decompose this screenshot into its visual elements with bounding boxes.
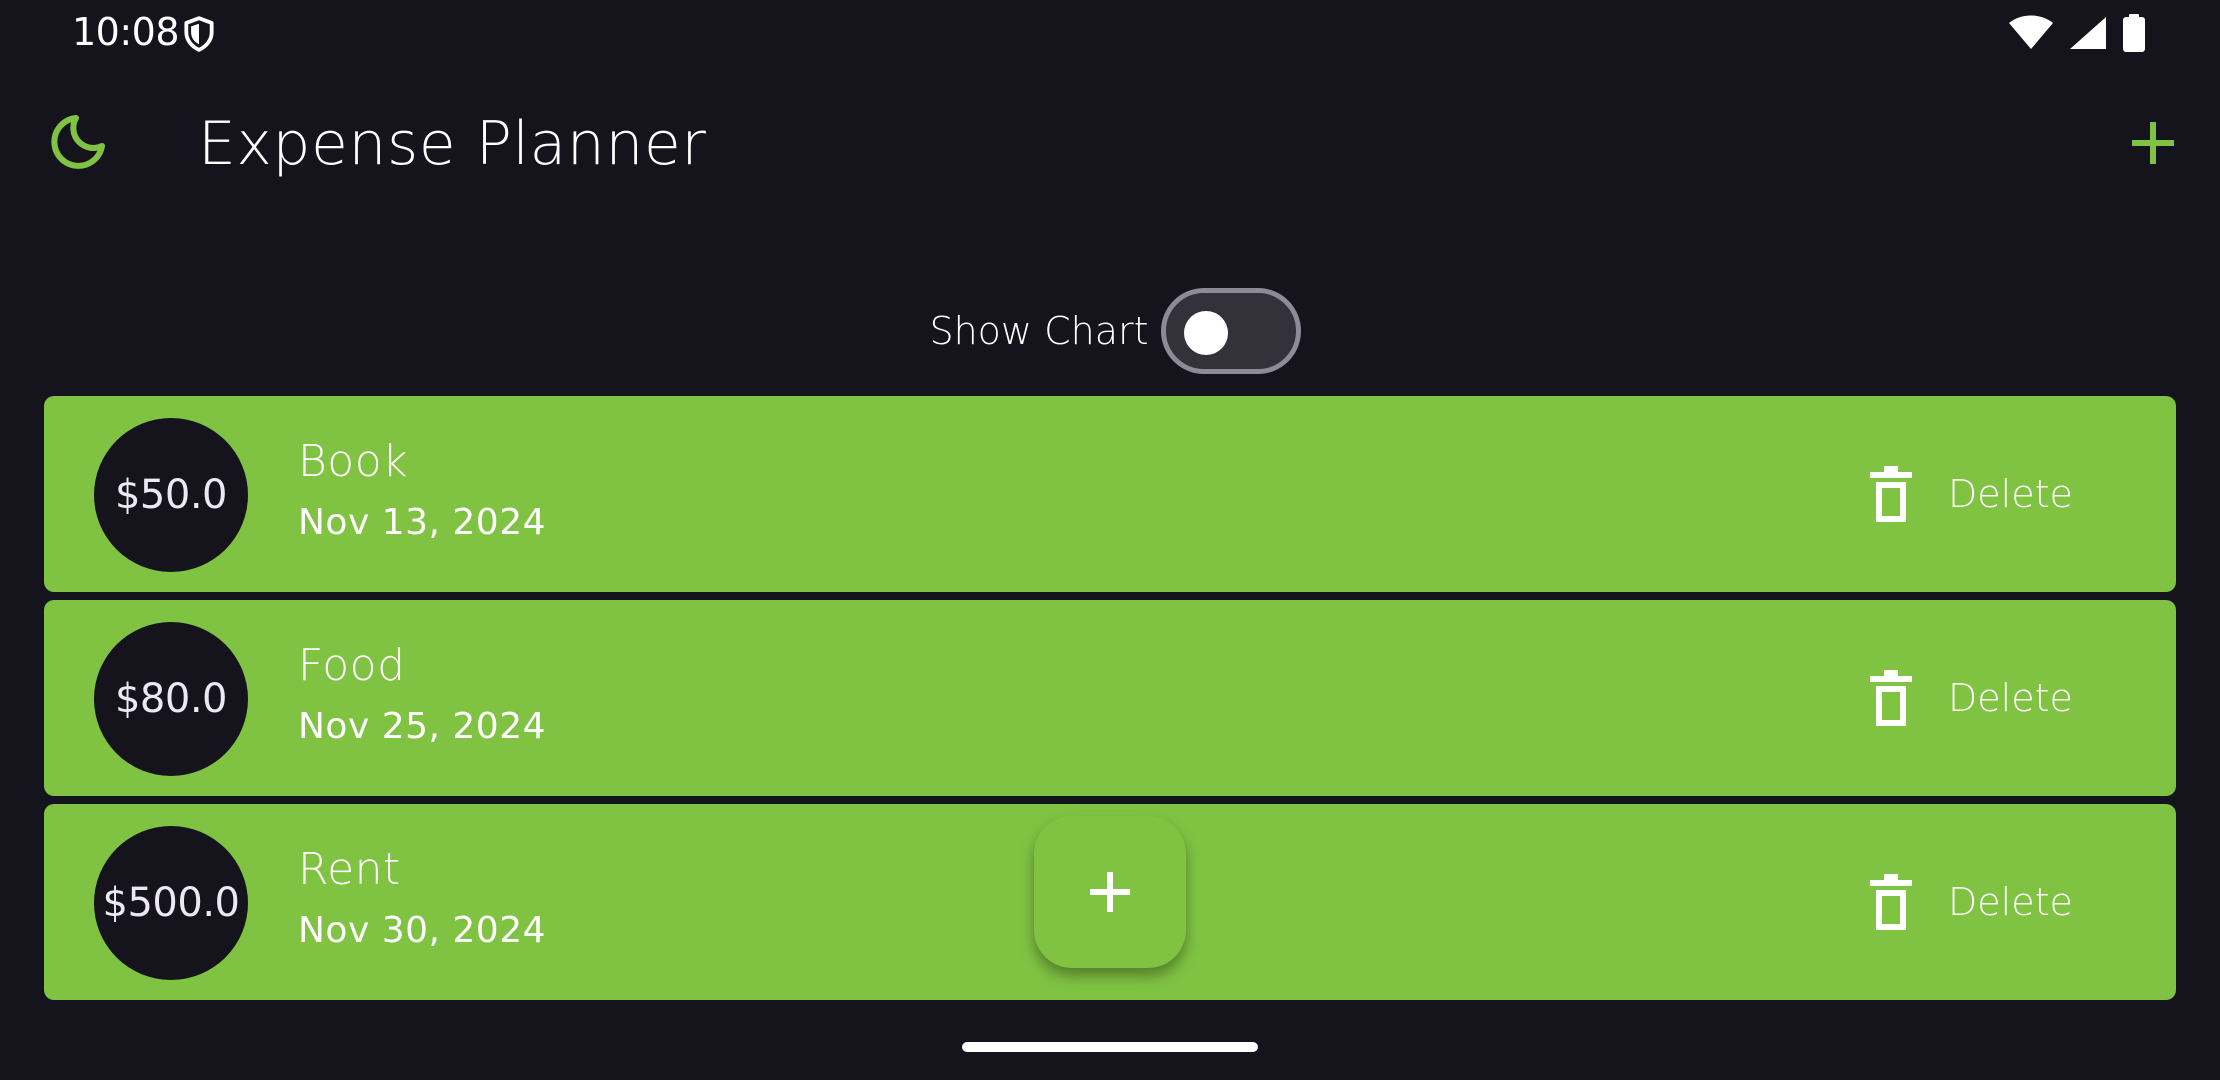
show-chart-switch[interactable]	[1160, 288, 1301, 374]
add-icon	[2132, 122, 2174, 164]
show-chart-label: Show Chart	[929, 309, 1149, 353]
list-item: $50.0 Book Nov 13, 2024 Delete	[44, 396, 2176, 592]
chart-toggle-row: Show Chart	[0, 285, 2220, 377]
status-time: 10:08	[72, 10, 180, 54]
list-item: $80.0 Food Nov 25, 2024 Delete	[44, 600, 2176, 796]
amount-avatar: $500.0	[94, 826, 248, 980]
expense-date: Nov 13, 2024	[298, 502, 547, 543]
add-expense-fab[interactable]	[1034, 816, 1186, 968]
status-icons	[2008, 14, 2146, 52]
trash-icon	[1870, 670, 1912, 726]
amount-avatar: $80.0	[94, 622, 248, 776]
gesture-nav-handle[interactable]	[962, 1042, 1258, 1052]
delete-button[interactable]: Delete	[1870, 666, 2073, 730]
expense-title: Rent	[298, 844, 401, 895]
battery-icon	[2123, 14, 2145, 52]
dark-mode-moon-icon[interactable]	[48, 112, 108, 172]
expense-date: Nov 25, 2024	[298, 706, 547, 747]
expense-title: Book	[298, 436, 409, 487]
expense-date: Nov 30, 2024	[298, 910, 547, 951]
trash-icon	[1870, 466, 1912, 522]
add-icon	[1090, 872, 1130, 912]
expense-title: Food	[298, 640, 406, 691]
delete-label: Delete	[1948, 472, 2073, 516]
delete-button[interactable]: Delete	[1870, 870, 2073, 934]
switch-knob	[1183, 311, 1228, 355]
trash-icon	[1870, 874, 1912, 930]
cellular-signal-icon	[2070, 17, 2106, 49]
delete-button[interactable]: Delete	[1870, 462, 2073, 526]
amount-avatar: $50.0	[94, 418, 248, 572]
delete-label: Delete	[1948, 676, 2073, 720]
page-title: Expense Planner	[198, 109, 707, 179]
delete-label: Delete	[1948, 880, 2073, 924]
add-expense-button[interactable]	[2128, 118, 2178, 168]
wifi-icon	[2009, 15, 2053, 49]
shield-icon	[184, 16, 214, 52]
